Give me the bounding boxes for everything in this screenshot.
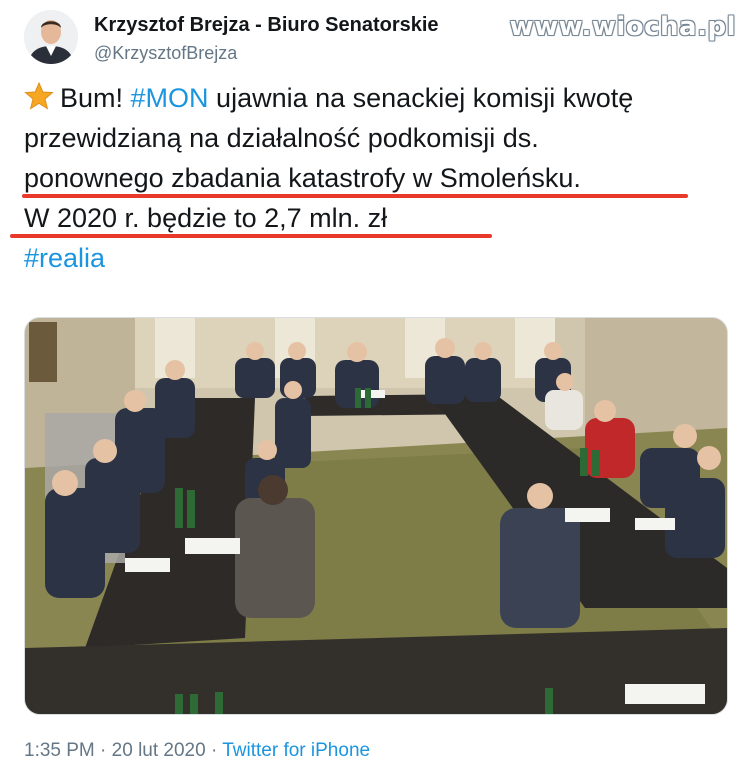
meta-separator: · (205, 740, 223, 761)
tweet-line-4: W 2020 r. będzie to 2,7 mln. zł (24, 198, 724, 238)
tweet-text-segment: ujawnia na senackiej komisji kwotę (208, 83, 634, 113)
author-display-name[interactable]: Krzysztof Brejza - Biuro Senatorskie (94, 12, 439, 38)
author-handle[interactable]: @KrzysztofBrejza (94, 40, 439, 66)
hashtag-link-mon[interactable]: #MON (131, 83, 209, 113)
watermark: www.wiocha.pl (509, 12, 736, 42)
senate-committee-meeting-photo-icon (25, 318, 727, 714)
tweet-date[interactable]: 20 lut 2020 (112, 740, 206, 761)
tweet-media-photo[interactable] (24, 317, 728, 715)
hashtag-link-realia[interactable]: #realia (24, 243, 105, 273)
tweet-text: Bum! #MON ujawnia na senackiej komisji k… (24, 78, 724, 278)
red-underline (10, 234, 492, 238)
avatar[interactable] (24, 10, 78, 64)
tweet-source-link[interactable]: Twitter for iPhone (222, 740, 370, 761)
tweet-line-2: przewidzianą na działalność podkomisji d… (24, 118, 724, 158)
tweet-meta: 1:35 PM · 20 lut 2020 · Twitter for iPho… (24, 740, 370, 762)
tweet-line-5: #realia (24, 238, 724, 278)
tweet-header: Krzysztof Brejza - Biuro Senatorskie @Kr… (24, 8, 439, 66)
profile-photo-icon (24, 10, 78, 64)
tweet-time[interactable]: 1:35 PM (24, 740, 95, 761)
star-icon (24, 81, 56, 111)
tweet-text-segment: Bum! (60, 83, 131, 113)
meta-separator: · (94, 740, 112, 761)
tweet-text-segment: W 2020 r. będzie to 2,7 mln. zł (24, 203, 388, 233)
tweet-text-segment: przewidzianą na działalność podkomisji d… (24, 123, 539, 153)
tweet-text-segment: ponownego zbadania katastrofy w Smoleńsk… (24, 163, 581, 193)
tweet-line-3: ponownego zbadania katastrofy w Smoleńsk… (24, 158, 724, 198)
tweet-line-1: Bum! #MON ujawnia na senackiej komisji k… (24, 78, 724, 118)
red-underline (22, 194, 688, 198)
